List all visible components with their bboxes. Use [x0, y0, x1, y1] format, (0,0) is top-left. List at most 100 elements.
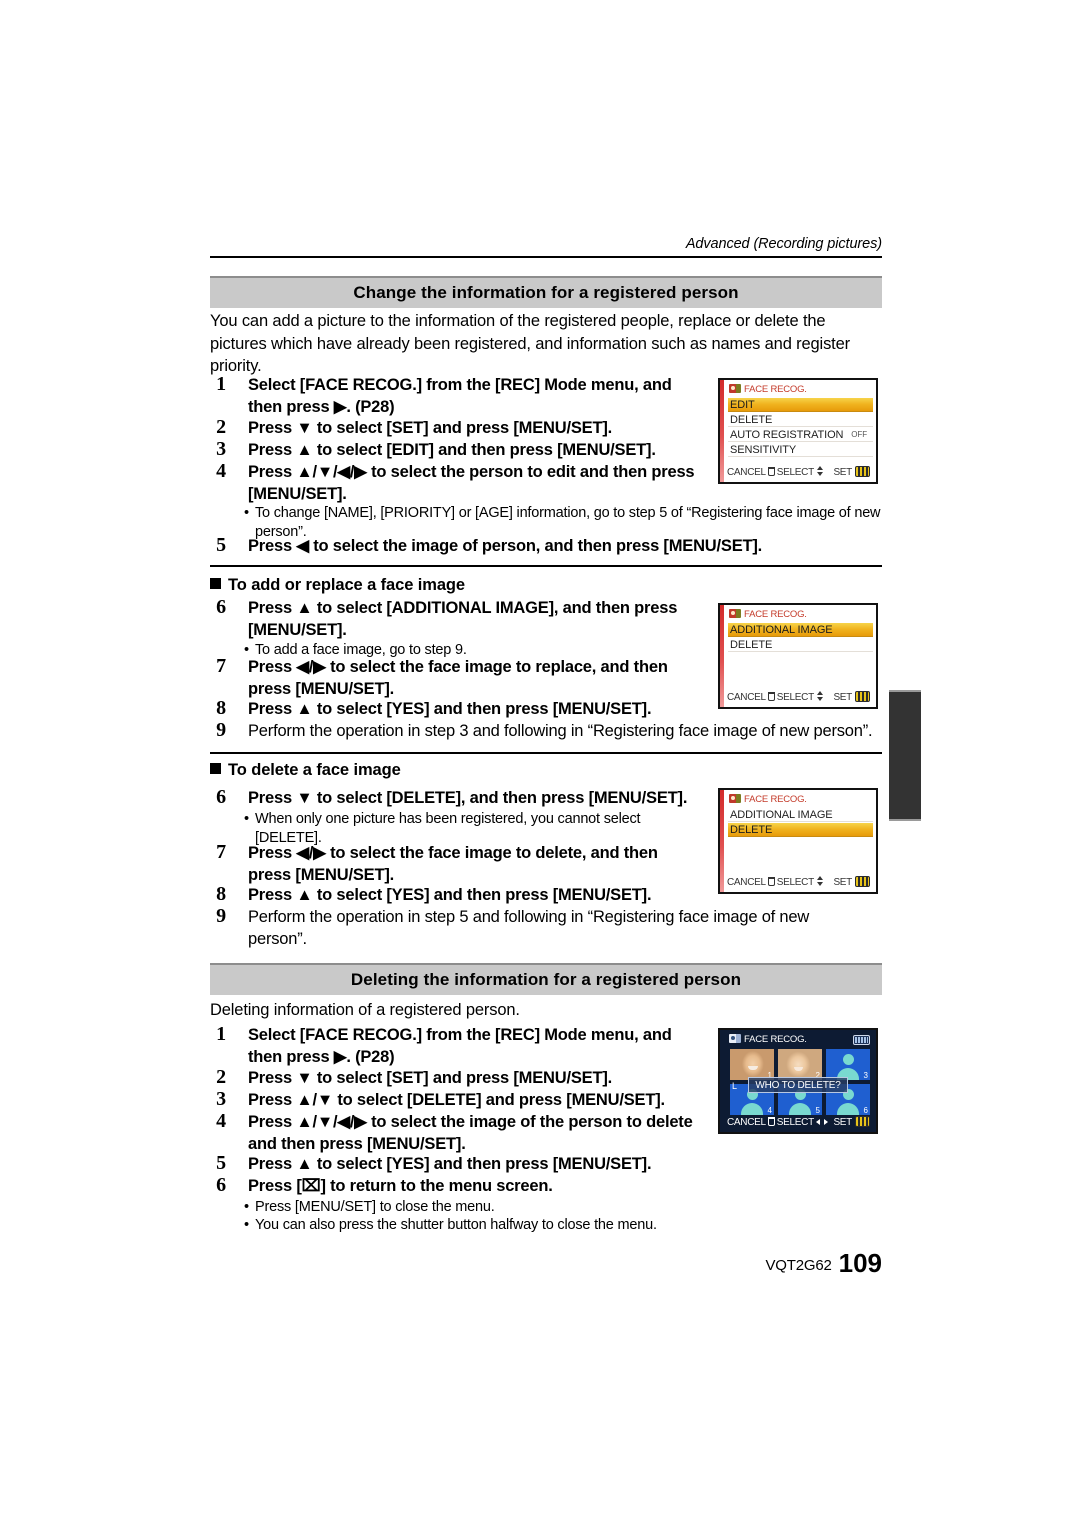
face-recog-icon: [729, 609, 741, 618]
step-text: Press ◀/▶ to select the face image to re…: [248, 658, 668, 698]
step-text: Press [⌧] to return to the menu screen.: [248, 1177, 553, 1195]
bullet-text: When only one picture has been registere…: [255, 811, 641, 846]
face-recog-icon: [729, 1034, 741, 1043]
step-number: 7: [216, 655, 226, 677]
running-head: Advanced (Recording pictures): [685, 236, 882, 252]
step-number: 9: [216, 719, 226, 741]
section-heading-change-info: Change the information for a registered …: [210, 276, 882, 308]
menu-row-delete[interactable]: DELETE: [728, 823, 873, 837]
menu-row-label: ADDITIONAL IMAGE: [730, 624, 833, 636]
menu-row-edit[interactable]: EDIT: [728, 398, 873, 412]
step-number: 6: [216, 596, 226, 618]
step-7-delete-face: 7 Press ◀/▶ to select the face image to …: [210, 841, 702, 886]
menu-row-label: ADDITIONAL IMAGE: [730, 809, 833, 821]
bullet-dot: •: [244, 1199, 249, 1215]
face-cell-index: 3: [863, 1071, 868, 1080]
lcd-title: FACE RECOG.: [729, 609, 807, 620]
step-2-change-info: 2 Press ▼ to select [SET] and press [MEN…: [210, 416, 702, 440]
step-text: Press ▼ to select [SET] and press [MENU/…: [248, 1069, 613, 1087]
step-number: 4: [216, 1110, 226, 1132]
bullet-dot: •: [244, 505, 249, 521]
face-cell-index: 4: [767, 1106, 772, 1115]
step-6-delete-face: 6 Press ▼ to select [DELETE], and then p…: [210, 786, 710, 810]
step-text: Press ▲/▼ to select [DELETE] and press […: [248, 1091, 665, 1109]
step-number: 9: [216, 905, 226, 927]
step-7-add-replace: 7 Press ◀/▶ to select the face image to …: [210, 655, 702, 700]
step-number: 4: [216, 460, 226, 482]
lcd-screenshot-who-to-delete: FACE RECOG. 1 2 3 4 5 6 L WHO TO DELETE?…: [718, 1028, 878, 1134]
face-cell-1[interactable]: 1: [730, 1049, 774, 1080]
lcd-status-bar: CANCEL SELECT SET: [720, 690, 876, 705]
menu-row-additional-image[interactable]: ADDITIONAL IMAGE: [728, 808, 873, 822]
step-6-delete-person: 6 Press [⌧] to return to the menu screen…: [210, 1174, 882, 1198]
set-label: SET: [833, 1117, 852, 1128]
bullet-press-menuset-close: • Press [MENU/SET] to close the menu.: [244, 1198, 844, 1217]
menu-row-label: DELETE: [730, 824, 773, 836]
subheading-add-replace: To add or replace a face image: [210, 576, 465, 595]
step-number: 5: [216, 534, 226, 556]
step-number: 5: [216, 1152, 226, 1174]
step-text: Perform the operation in step 5 and foll…: [248, 908, 810, 948]
step-text: Perform the operation in step 3 and foll…: [248, 722, 873, 740]
menu-row-label: EDIT: [730, 399, 755, 411]
menu-row-delete[interactable]: DELETE: [728, 413, 873, 427]
divider-add-replace: [210, 565, 882, 567]
subheading-text: To delete a face image: [228, 761, 401, 779]
lcd-title: FACE RECOG.: [729, 794, 807, 805]
step-4-delete-person: 4 Press ▲/▼/◀/▶ to select the image of t…: [210, 1110, 702, 1155]
face-cell-index: 6: [863, 1106, 868, 1115]
face-recog-icon: [729, 794, 741, 803]
menu-row-label: DELETE: [730, 414, 773, 426]
step-2-delete-person: 2 Press ▼ to select [SET] and press [MEN…: [210, 1066, 702, 1090]
select-label: SELECT: [776, 692, 814, 703]
set-label: SET: [833, 467, 852, 478]
face-recog-icon: [729, 384, 741, 393]
lcd-title-text: FACE RECOG.: [744, 1034, 807, 1045]
step-text: Press ◀/▶ to select the face image to de…: [248, 844, 658, 884]
select-label: SELECT: [776, 877, 814, 888]
menu-row-label: SENSITIVITY: [730, 444, 797, 456]
lcd-title-text: FACE RECOG.: [744, 609, 807, 620]
lcd-screenshot-additional-image-menu: FACE RECOG. ADDITIONAL IMAGE DELETE CANC…: [718, 603, 878, 709]
status-right: SET: [833, 875, 870, 890]
step-text: Press ▲/▼/◀/▶ to select the person to ed…: [248, 463, 695, 503]
menu-row-sensitivity[interactable]: SENSITIVITY: [728, 443, 873, 457]
menu-row-auto-registration[interactable]: AUTO REGISTRATION OFF: [728, 428, 873, 442]
lcd-screenshot-delete-highlighted-menu: FACE RECOG. ADDITIONAL IMAGE DELETE CANC…: [718, 788, 878, 894]
step-text: Select [FACE RECOG.] from the [REC] Mode…: [248, 376, 672, 416]
page-footer: VQT2G62 109: [210, 1248, 882, 1279]
bullet-cannot-select-delete: • When only one picture has been registe…: [244, 810, 704, 847]
step-number: 1: [216, 1023, 226, 1045]
menu-set-key-icon: [855, 466, 870, 477]
step-6-add-replace: 6 Press ▲ to select [ADDITIONAL IMAGE], …: [210, 596, 702, 641]
step-text: Press ▲ to select [YES] and then press […: [248, 886, 652, 904]
face-cell-2[interactable]: 2: [778, 1049, 822, 1080]
bullet-text: Press [MENU/SET] to close the menu.: [255, 1199, 495, 1215]
step-4-change-info: 4 Press ▲/▼/◀/▶ to select the person to …: [210, 460, 702, 505]
face-cell-index: 5: [815, 1106, 820, 1115]
step-text: Press ▲ to select [YES] and then press […: [248, 1155, 652, 1173]
picture-size-badge: L: [732, 1081, 738, 1091]
menu-row-additional-image[interactable]: ADDITIONAL IMAGE: [728, 623, 873, 637]
section-intro-delete-person: Deleting information of a registered per…: [210, 1001, 520, 1019]
step-number: 3: [216, 1088, 226, 1110]
face-cell-3[interactable]: 3: [826, 1049, 870, 1080]
step-text: Press ◀ to select the image of person, a…: [248, 537, 763, 555]
set-label: SET: [833, 877, 852, 888]
step-3-delete-person: 3 Press ▲/▼ to select [DELETE] and press…: [210, 1088, 702, 1112]
step-number: 8: [216, 697, 226, 719]
lcd-status-bar: CANCEL SELECT SET: [720, 465, 876, 480]
set-label: SET: [833, 692, 852, 703]
subheading-text: To add or replace a face image: [228, 576, 465, 594]
section-heading-delete-person: Deleting the information for a registere…: [210, 963, 882, 995]
step-3-change-info: 3 Press ▲ to select [EDIT] and then pres…: [210, 438, 702, 462]
step-text: Press ▲/▼/◀/▶ to select the image of the…: [248, 1113, 693, 1153]
bullet-dot: •: [244, 1217, 249, 1233]
divider-delete-face: [210, 752, 882, 754]
step-text: Select [FACE RECOG.] from the [REC] Mode…: [248, 1026, 672, 1066]
menu-set-key-icon: [855, 876, 870, 887]
menu-set-key-icon: [855, 691, 870, 702]
menu-row-label: AUTO REGISTRATION: [730, 429, 844, 441]
menu-row-delete[interactable]: DELETE: [728, 638, 873, 652]
menu-row-value: OFF: [851, 430, 867, 439]
